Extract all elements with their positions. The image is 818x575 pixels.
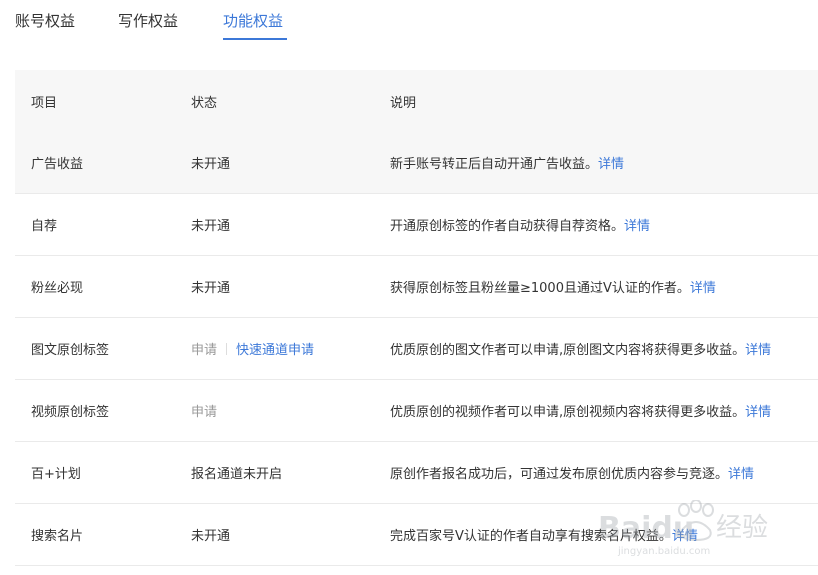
header-description: 说明: [390, 95, 417, 111]
row-description: 优质原创的视频作者可以申请,原创视频内容将获得更多收益。 详情: [390, 380, 771, 441]
details-link[interactable]: 详情: [745, 339, 771, 358]
row-description-text: 优质原创的图文作者可以申请,原创图文内容将获得更多收益。: [390, 343, 746, 358]
row-status: 申请 快速通道申请: [191, 318, 314, 379]
row-item: 百+计划: [31, 467, 81, 482]
row-description: 新手账号转正后自动开通广告收益。 详情: [390, 132, 624, 193]
row-description-text: 获得原创标签且粉丝量≥1000且通过V认证的作者。: [390, 281, 690, 296]
row-item: 视频原创标签: [31, 405, 110, 420]
row-description-text: 优质原创的视频作者可以申请,原创视频内容将获得更多收益。: [390, 405, 746, 420]
divider: [226, 342, 228, 355]
details-link[interactable]: 详情: [728, 463, 754, 482]
benefits-table: 项目 状态 说明 广告收益 未开通 新手账号转正后自动开通广告收益。 详情 自荐 …: [15, 70, 818, 566]
row-description: 完成百家号V认证的作者自动享有搜索名片权益。 详情: [390, 504, 698, 565]
details-link[interactable]: 详情: [690, 277, 716, 296]
tab-account-benefits[interactable]: 账号权益: [15, 11, 75, 31]
row-description: 获得原创标签且粉丝量≥1000且通过V认证的作者。 详情: [390, 256, 716, 317]
tab-bar: 账号权益 写作权益 功能权益: [0, 0, 818, 44]
header-status: 状态: [191, 95, 218, 111]
table-row: 广告收益 未开通 新手账号转正后自动开通广告收益。 详情: [15, 132, 818, 194]
fast-track-apply-link[interactable]: 快速通道申请: [236, 339, 314, 358]
row-description-text: 开通原创标签的作者自动获得自荐资格。: [390, 219, 625, 234]
row-item: 粉丝必现: [31, 281, 84, 296]
row-status: 未开通: [191, 219, 231, 234]
details-link[interactable]: 详情: [672, 525, 698, 544]
active-tab-indicator: [223, 38, 287, 40]
row-status: 未开通: [191, 529, 231, 544]
table-row: 搜索名片 未开通 完成百家号V认证的作者自动享有搜索名片权益。 详情: [15, 504, 818, 566]
table-row: 粉丝必现 未开通 获得原创标签且粉丝量≥1000且通过V认证的作者。 详情: [15, 256, 818, 318]
details-link[interactable]: 详情: [598, 153, 624, 172]
row-status: 未开通: [191, 157, 231, 172]
row-item: 广告收益: [31, 157, 84, 172]
row-status: 申请: [191, 380, 217, 441]
table-row: 自荐 未开通 开通原创标签的作者自动获得自荐资格。 详情: [15, 194, 818, 256]
row-item: 搜索名片: [31, 529, 84, 544]
row-status: 未开通: [191, 281, 231, 296]
tab-writing-benefits[interactable]: 写作权益: [118, 11, 178, 31]
header-item: 项目: [31, 95, 58, 111]
table-header: 项目 状态 说明: [15, 70, 818, 132]
details-link[interactable]: 详情: [624, 215, 650, 234]
row-description: 开通原创标签的作者自动获得自荐资格。 详情: [390, 194, 650, 255]
apply-button[interactable]: 申请: [191, 339, 217, 358]
row-item: 图文原创标签: [31, 343, 110, 358]
row-description-text: 新手账号转正后自动开通广告收益。: [390, 157, 599, 172]
row-status: 报名通道未开启: [191, 467, 283, 482]
row-item: 自荐: [31, 219, 58, 234]
table-row: 视频原创标签 申请 优质原创的视频作者可以申请,原创视频内容将获得更多收益。 详情: [15, 380, 818, 442]
tab-feature-benefits[interactable]: 功能权益: [223, 11, 283, 31]
table-row: 图文原创标签 申请 快速通道申请 优质原创的图文作者可以申请,原创图文内容将获得…: [15, 318, 818, 380]
details-link[interactable]: 详情: [745, 401, 771, 420]
row-description: 原创作者报名成功后，可通过发布原创优质内容参与竞逐。 详情: [390, 442, 754, 503]
row-description: 优质原创的图文作者可以申请,原创图文内容将获得更多收益。 详情: [390, 318, 771, 379]
apply-button[interactable]: 申请: [191, 401, 217, 420]
row-description-text: 完成百家号V认证的作者自动享有搜索名片权益。: [390, 529, 672, 544]
row-description-text: 原创作者报名成功后，可通过发布原创优质内容参与竞逐。: [390, 467, 729, 482]
table-row: 百+计划 报名通道未开启 原创作者报名成功后，可通过发布原创优质内容参与竞逐。详…: [15, 442, 818, 504]
